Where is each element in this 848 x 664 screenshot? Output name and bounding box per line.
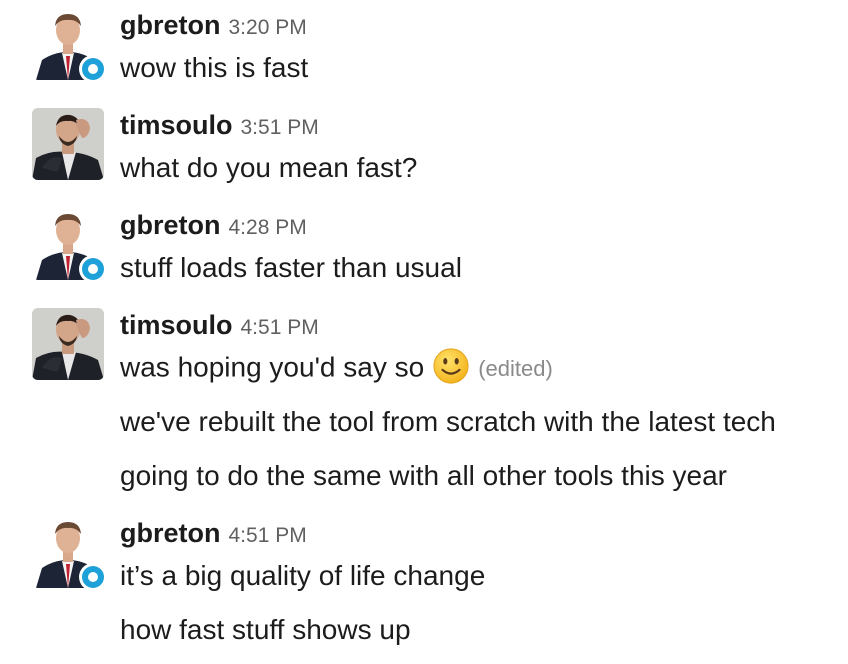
message-text: wow this is fast <box>120 52 309 83</box>
timestamp[interactable]: 4:28 PM <box>229 216 307 239</box>
presence-icon <box>79 55 107 83</box>
username[interactable]: gbreton 4:28 PM <box>120 210 307 241</box>
username[interactable]: timsoulo 3:51 PM <box>120 110 319 141</box>
avatar-timsoulo-image <box>32 308 104 380</box>
message-text: it’s a big quality of life change <box>120 560 486 591</box>
message-text: going to do the same with all other tool… <box>120 460 728 491</box>
slightly-smiling-face-icon[interactable] <box>432 347 470 385</box>
avatar[interactable] <box>32 108 104 180</box>
avatar-timsoulo-image <box>32 108 104 180</box>
username[interactable]: timsoulo 4:51 PM <box>120 310 319 341</box>
timestamp[interactable]: 3:51 PM <box>241 116 319 139</box>
timestamp[interactable]: 4:51 PM <box>229 524 307 547</box>
edited-label: (edited) <box>478 356 553 382</box>
presence-icon <box>79 255 107 283</box>
username-label[interactable]: timsoulo <box>120 310 233 340</box>
username-label[interactable]: gbreton <box>120 10 221 40</box>
username-label[interactable]: gbreton <box>120 210 221 240</box>
message-text: stuff loads faster than usual <box>120 252 462 283</box>
avatar[interactable] <box>32 308 104 380</box>
message-text: was hoping you'd say so (edited) <box>120 347 553 388</box>
timestamp[interactable]: 4:51 PM <box>241 316 319 339</box>
message-text: how fast stuff shows up <box>120 614 411 645</box>
presence-icon <box>79 563 107 591</box>
username-label[interactable]: timsoulo <box>120 110 233 140</box>
timestamp[interactable]: 3:20 PM <box>229 16 307 39</box>
username[interactable]: gbreton 4:51 PM <box>120 518 307 549</box>
username[interactable]: gbreton 3:20 PM <box>120 10 307 41</box>
username-label[interactable]: gbreton <box>120 518 221 548</box>
message-text: we've rebuilt the tool from scratch with… <box>120 406 776 437</box>
message-text-line: was hoping you'd say so <box>120 351 425 383</box>
message-text: what do you mean fast? <box>120 152 418 183</box>
